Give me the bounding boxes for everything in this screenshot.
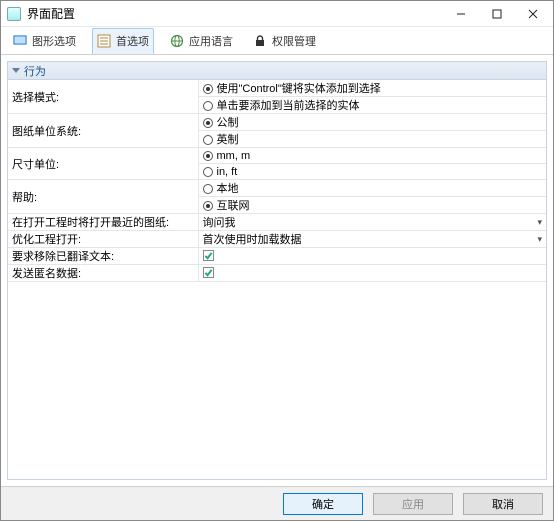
- row-label: 要求移除已翻译文本:: [8, 248, 198, 265]
- radio-option[interactable]: 本地: [198, 180, 546, 197]
- radio-option[interactable]: 公制: [198, 114, 546, 131]
- tab-label: 首选项: [116, 33, 149, 49]
- row-label: 选择模式:: [8, 80, 198, 114]
- section-header-behavior[interactable]: 行为: [8, 62, 546, 80]
- monitor-icon: [13, 34, 27, 48]
- row-label: 图纸单位系统:: [8, 114, 198, 148]
- lock-icon: [253, 34, 267, 48]
- radio-icon: [203, 84, 213, 94]
- cancel-button[interactable]: 取消: [463, 493, 543, 515]
- section-title: 行为: [24, 63, 46, 79]
- minimize-button[interactable]: [443, 2, 479, 26]
- settings-grid: 选择模式: 使用"Control"键将实体添加到选择 单击要添加到当前选择的实体…: [8, 80, 546, 282]
- radio-option[interactable]: mm, m: [198, 148, 546, 164]
- titlebar: 界面配置: [1, 1, 553, 27]
- radio-icon: [203, 135, 213, 145]
- tab-bar: 图形选项 首选项 应用语言 权限管理: [1, 27, 553, 55]
- radio-option[interactable]: 互联网: [198, 197, 546, 214]
- tab-label: 权限管理: [272, 33, 316, 49]
- chevron-down-icon: ▾: [537, 217, 542, 228]
- panel-filler: [8, 282, 546, 479]
- tab-preferences[interactable]: 首选项: [92, 28, 154, 54]
- maximize-button[interactable]: [479, 2, 515, 26]
- checkbox-remove-translated[interactable]: [203, 250, 214, 261]
- caret-down-icon: [12, 68, 20, 73]
- row-label: 在打开工程时将打开最近的图纸:: [8, 214, 198, 231]
- content-area: 行为 选择模式: 使用"Control"键将实体添加到选择 单击要添加到当前选择…: [1, 55, 553, 486]
- window-root: 界面配置 图形选项 首选项 应用语言: [0, 0, 554, 521]
- tab-app-language[interactable]: 应用语言: [166, 28, 237, 54]
- radio-icon: [203, 201, 213, 211]
- row-label: 优化工程打开:: [8, 231, 198, 248]
- list-icon: [97, 34, 111, 48]
- globe-icon: [170, 34, 184, 48]
- chevron-down-icon: ▾: [537, 234, 542, 245]
- radio-icon: [203, 101, 213, 111]
- radio-option[interactable]: 单击要添加到当前选择的实体: [198, 97, 546, 114]
- settings-panel: 行为 选择模式: 使用"Control"键将实体添加到选择 单击要添加到当前选择…: [7, 61, 547, 480]
- ok-button[interactable]: 确定: [283, 493, 363, 515]
- row-label: 尺寸单位:: [8, 148, 198, 180]
- tab-graphic-options[interactable]: 图形选项: [9, 28, 80, 54]
- radio-option[interactable]: in, ft: [198, 164, 546, 180]
- dropdown-recent-drawing[interactable]: 询问我 ▾: [198, 214, 546, 231]
- tab-label: 图形选项: [32, 33, 76, 49]
- close-button[interactable]: [515, 2, 551, 26]
- apply-button[interactable]: 应用: [373, 493, 453, 515]
- tab-label: 应用语言: [189, 33, 233, 49]
- radio-icon: [203, 151, 213, 161]
- checkbox-send-anon[interactable]: [203, 267, 214, 278]
- app-icon: [7, 7, 21, 21]
- radio-option[interactable]: 英制: [198, 131, 546, 148]
- dropdown-optimize-open[interactable]: 首次使用时加载数据 ▾: [198, 231, 546, 248]
- button-bar: 确定 应用 取消: [1, 486, 553, 520]
- radio-icon: [203, 118, 213, 128]
- radio-icon: [203, 167, 213, 177]
- row-label: 发送匿名数据:: [8, 265, 198, 282]
- window-title: 界面配置: [27, 5, 443, 22]
- tab-permissions[interactable]: 权限管理: [249, 28, 320, 54]
- radio-option[interactable]: 使用"Control"键将实体添加到选择: [198, 80, 546, 97]
- radio-icon: [203, 184, 213, 194]
- row-label: 帮助:: [8, 180, 198, 214]
